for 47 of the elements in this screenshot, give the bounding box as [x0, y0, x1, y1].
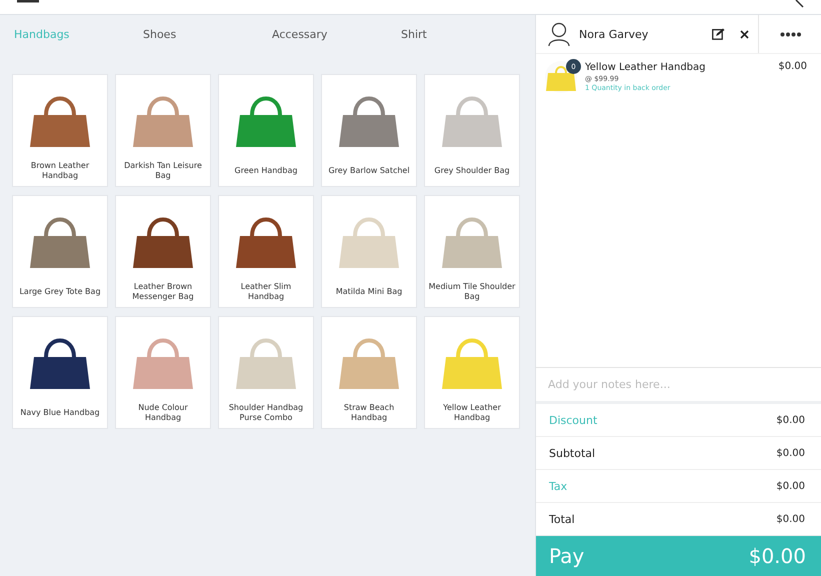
edit-icon[interactable]	[712, 28, 725, 40]
product-card[interactable]: Leather Slim Handbag	[218, 195, 314, 308]
item-price: $0.00	[778, 61, 807, 72]
product-card[interactable]: Nude Colour Handbag	[115, 316, 211, 429]
summary-label: Subtotal	[549, 446, 596, 460]
product-name: Grey Shoulder Bag	[433, 165, 511, 177]
summary-value: $0.00	[776, 480, 805, 492]
product-name: Darkish Tan Leisure Bag	[123, 160, 203, 182]
product-name: Brown Leather Handbag	[30, 160, 90, 182]
product-card[interactable]: Darkish Tan Leisure Bag	[115, 74, 211, 187]
product-name: Leather Slim Handbag	[240, 281, 292, 303]
product-card[interactable]: Grey Shoulder Bag	[424, 74, 520, 187]
product-name: Straw Beach Handbag	[342, 402, 396, 424]
product-card[interactable]: Shoulder Handbag Purse Combo	[218, 316, 314, 429]
product-card[interactable]: Leather Brown Messenger Bag	[115, 195, 211, 308]
product-card[interactable]: Matilda Mini Bag	[321, 195, 417, 308]
product-name: Green Handbag	[234, 165, 298, 177]
product-name: Nude Colour Handbag	[137, 402, 189, 424]
product-card[interactable]: Medium Tile Shoulder Bag	[424, 195, 520, 308]
product-card[interactable]: Green Handbag	[218, 74, 314, 187]
more-icon[interactable]	[780, 32, 800, 36]
category-tab[interactable]: Shoes	[143, 28, 272, 40]
product-name: Navy Blue Handbag	[19, 407, 101, 419]
user-icon	[548, 22, 570, 46]
product-name: Shoulder Handbag Purse Combo	[228, 402, 304, 424]
product-card[interactable]: Straw Beach Handbag	[321, 316, 417, 429]
category-tab[interactable]: Shirt	[401, 28, 530, 40]
product-name: Medium Tile Shoulder Bag	[428, 281, 516, 303]
product-name: Large Grey Tote Bag	[18, 286, 102, 298]
close-icon[interactable]	[740, 30, 749, 38]
product-name: Yellow Leather Handbag	[442, 402, 502, 424]
summary-value: $0.00	[776, 414, 805, 426]
notes-field[interactable]: Add your notes here...	[536, 367, 821, 404]
product-name: Matilda Mini Bag	[334, 286, 404, 298]
product-card[interactable]: Large Grey Tote Bag	[12, 195, 108, 308]
product-card[interactable]: Navy Blue Handbag	[12, 316, 108, 429]
customer-name: Nora Garvey	[579, 28, 650, 40]
summary-value: $0.00	[776, 514, 805, 524]
product-card[interactable]: Grey Barlow Satchel	[321, 74, 417, 187]
summary-value: $0.00	[776, 448, 805, 458]
product-card[interactable]: Brown Leather Handbag	[12, 74, 108, 187]
category-tab[interactable]: Accessary	[272, 28, 401, 40]
product-name: Grey Barlow Satchel	[327, 165, 411, 177]
summary-label: Total	[549, 512, 575, 526]
item-name: Yellow Leather Handbag	[585, 62, 706, 73]
product-name: Leather Brown Messenger Bag	[131, 281, 195, 303]
product-card[interactable]: Yellow Leather Handbag	[424, 316, 520, 429]
